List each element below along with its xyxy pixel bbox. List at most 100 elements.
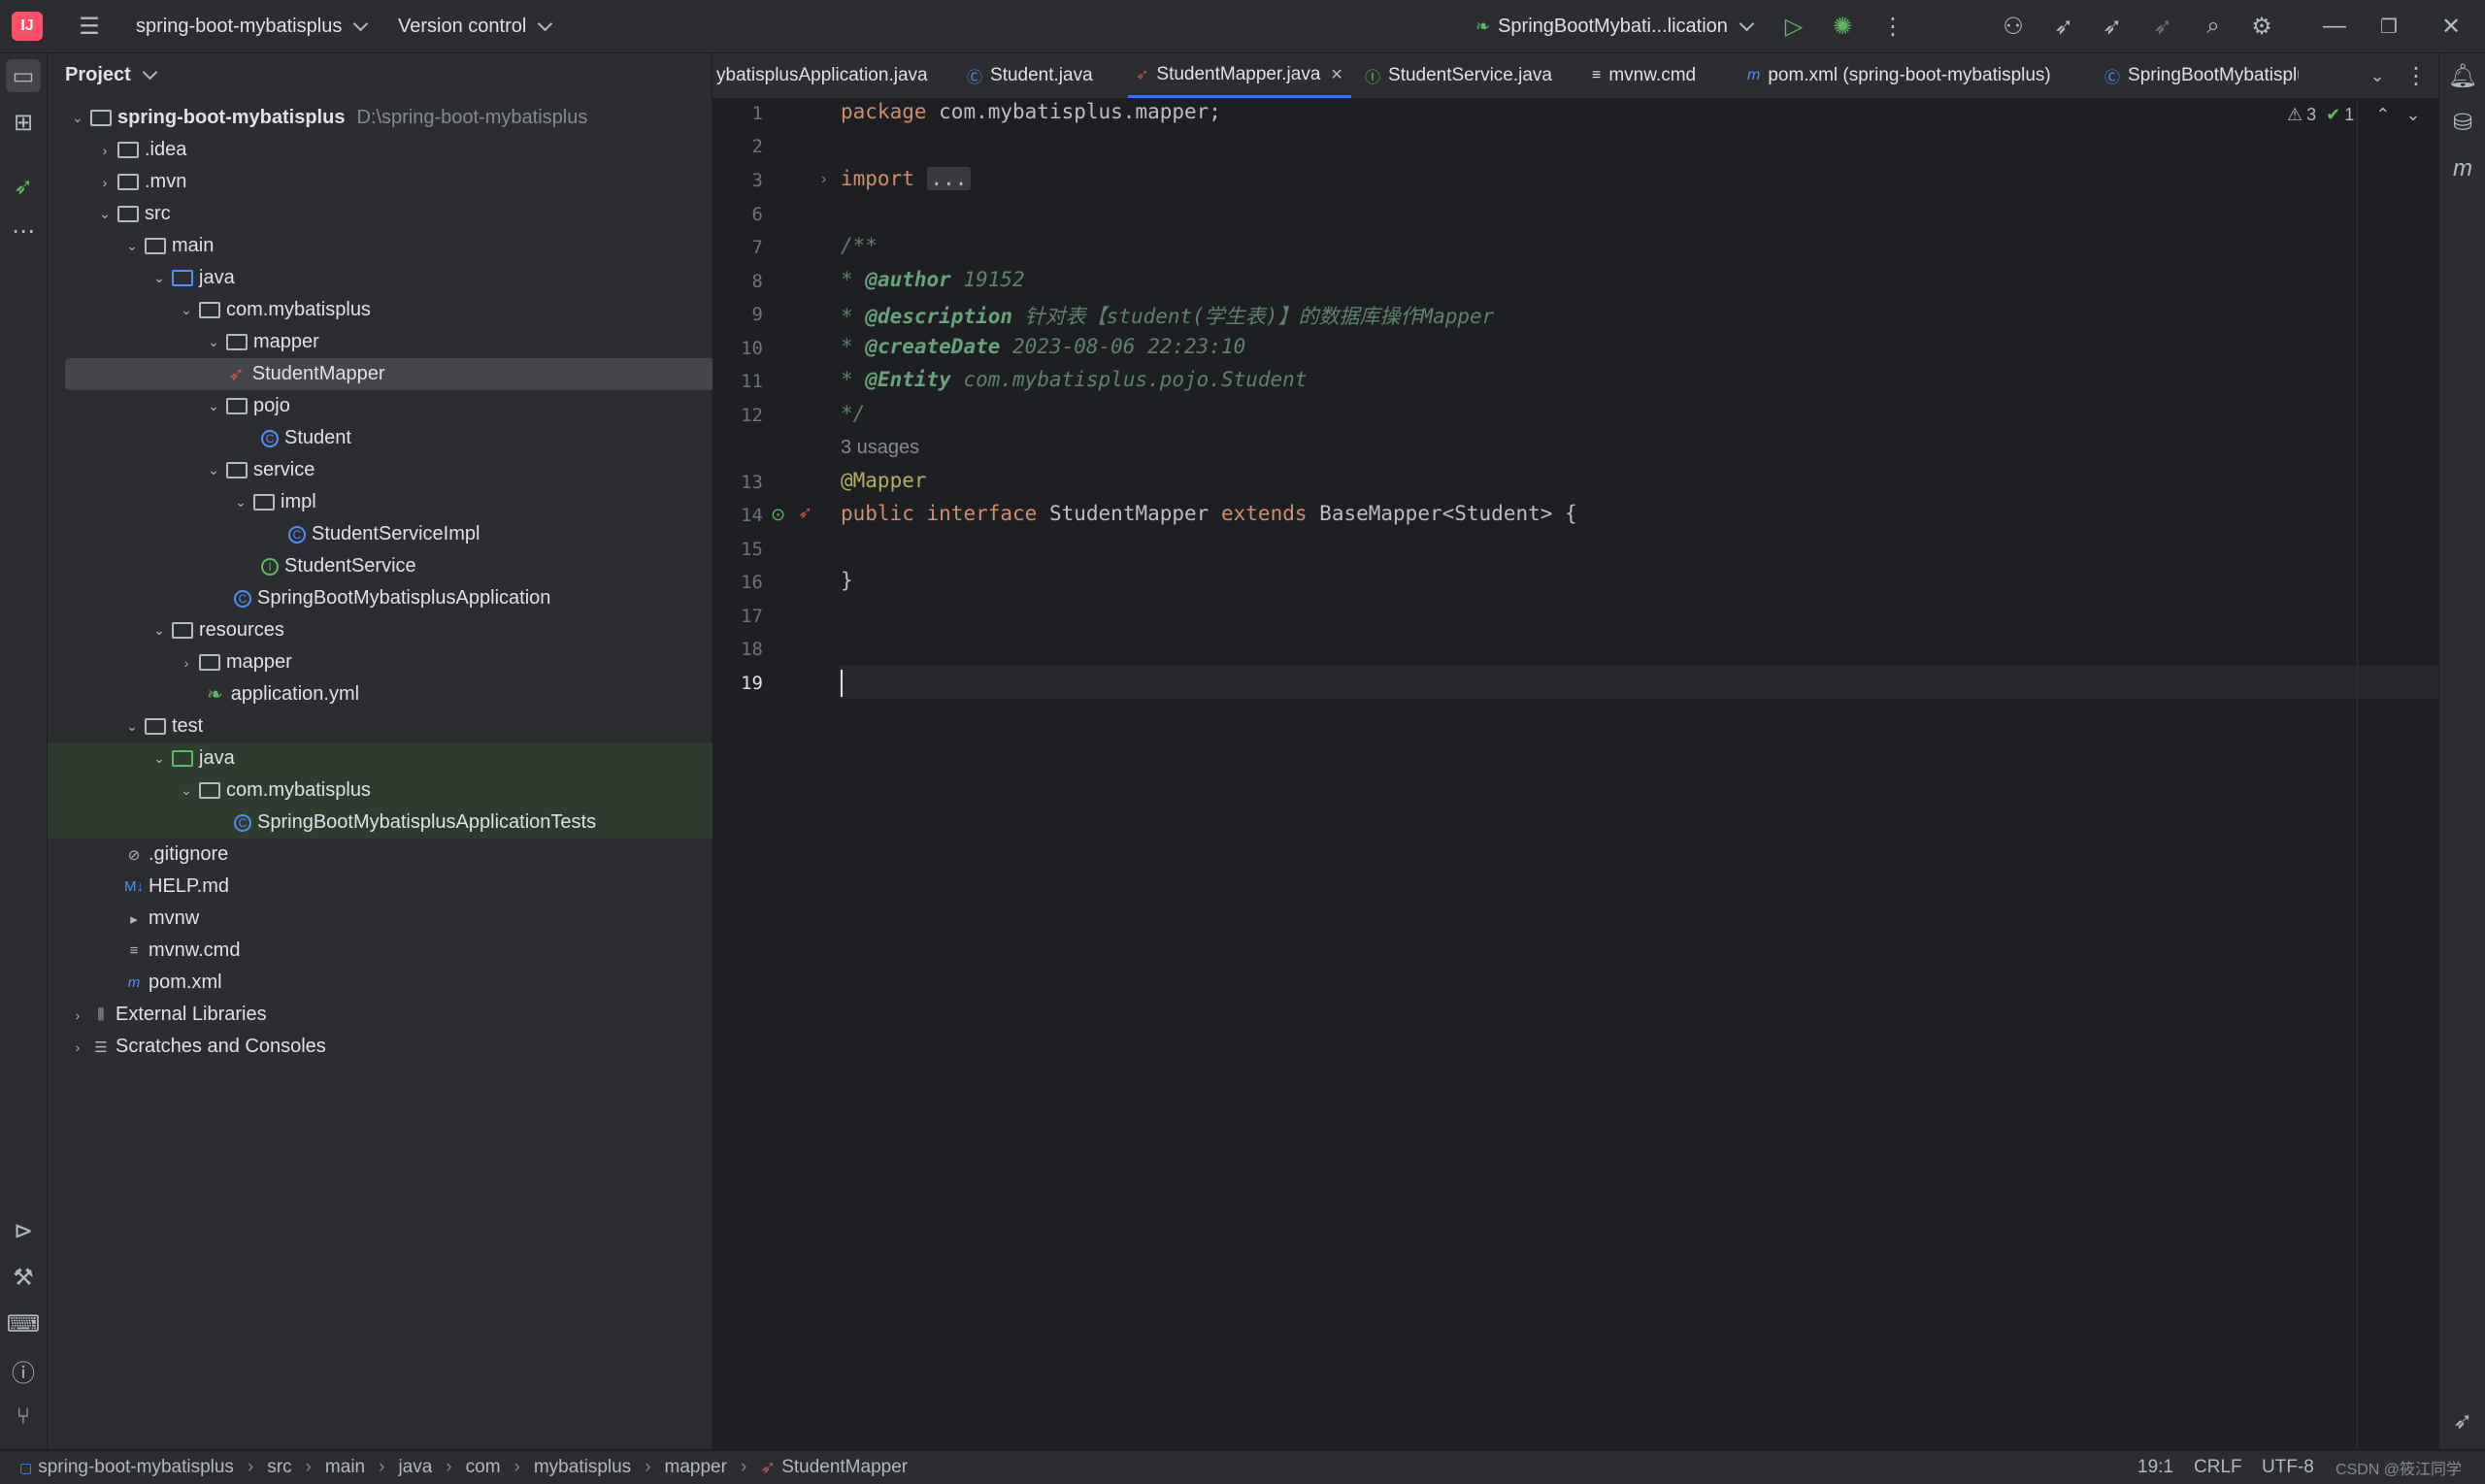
close-tab-icon[interactable]: ✕ <box>1330 65 1342 84</box>
folded-imports[interactable]: ... <box>926 167 972 190</box>
breadcrumb-item[interactable]: mybatisplus <box>534 1457 631 1478</box>
plugin-rocket-icon-2[interactable]: ➶ <box>2095 12 2130 41</box>
debug-icon[interactable]: ✺ <box>1825 12 1860 41</box>
tree-item-external-libraries[interactable]: › ⫼ External Libraries <box>48 999 729 1031</box>
implemented-marker-icon[interactable]: ⊙ <box>771 505 785 525</box>
breadcrumb-item[interactable]: java <box>398 1457 432 1478</box>
breadcrumb-item[interactable]: main <box>325 1457 365 1478</box>
mybatis-plugin-icon[interactable]: ➶ <box>6 170 41 203</box>
terminal-icon[interactable]: ⌨ <box>6 1307 41 1340</box>
expanded-arrow-icon: ⌄ <box>153 270 165 285</box>
tab-list-chevron-icon[interactable]: ⌄ <box>2363 61 2392 90</box>
module-folder-icon <box>90 110 112 126</box>
expanded-arrow-icon: ⌄ <box>99 206 111 221</box>
breadcrumb-item[interactable]: com <box>466 1457 501 1478</box>
intellij-logo-icon[interactable]: IJ <box>12 12 43 41</box>
test-class-icon: C <box>234 813 251 832</box>
expanded-arrow-icon: ⌄ <box>126 718 138 734</box>
code-line-11[interactable]: * @Entity com.mybatisplus.pojo.Student <box>841 368 1307 391</box>
code-line-14[interactable]: public interface StudentMapper extends B… <box>841 502 1577 525</box>
close-window-icon[interactable]: ✕ <box>2427 12 2475 41</box>
tree-root[interactable]: ⌄ spring-boot-mybatisplus D:\spring-boot… <box>48 102 729 134</box>
tree-item-pom-xml[interactable]: m pom.xml <box>48 967 787 999</box>
maven-icon[interactable]: m <box>2445 152 2480 185</box>
tree-item-help-md[interactable]: M↓ HELP.md <box>48 871 787 903</box>
fold-arrow-icon[interactable]: › <box>821 171 826 188</box>
main-menu-icon[interactable]: ☰ <box>70 12 109 41</box>
package-icon <box>226 398 248 414</box>
tab-student-java[interactable]: Ⓒ Student.java <box>967 53 1093 98</box>
tab-application-java[interactable]: ybatisplusApplication.java <box>716 53 928 98</box>
git-icon[interactable]: ⑂ <box>6 1401 41 1434</box>
breadcrumb-item[interactable]: src <box>267 1457 291 1478</box>
tree-item-test[interactable]: ⌄ test <box>48 710 783 742</box>
check-icon: ✔ <box>2326 105 2341 124</box>
tree-item-scratches[interactable]: › ☰ Scratches and Consoles <box>48 1031 729 1063</box>
tree-item-resources[interactable]: ⌄ resources <box>48 614 811 646</box>
plugin-rocket-disabled-icon[interactable]: ➶ <box>2145 12 2180 41</box>
tab-mvnw-cmd[interactable]: ≡ mvnw.cmd <box>1592 53 1696 98</box>
code-line-8[interactable]: * @author 19152 <box>841 268 1025 291</box>
database-icon[interactable]: ⛁ <box>2445 106 2480 139</box>
folder-icon <box>145 718 166 735</box>
folder-icon <box>117 142 139 158</box>
tab-studentservice-java[interactable]: Ⓘ StudentService.java <box>1365 53 1552 98</box>
code-line-1[interactable]: package com.mybatisplus.mapper; <box>841 100 1221 123</box>
settings-gear-icon[interactable]: ⚙ <box>2244 12 2279 41</box>
tab-pom-xml[interactable]: m pom.xml (spring-boot-mybatisplus) <box>1747 53 2051 98</box>
services-icon[interactable]: ⊳ <box>6 1214 41 1247</box>
tab-studentmapper-java[interactable]: ➶ StudentMapper.java ✕ <box>1128 53 1351 98</box>
mybatis-log-icon[interactable]: ➶ <box>2445 1404 2480 1437</box>
code-line-16[interactable]: } <box>841 569 853 592</box>
more-tools-icon[interactable]: ⋯ <box>6 214 41 247</box>
line-number: 2 <box>751 136 763 157</box>
vcs-selector[interactable]: Version control <box>398 0 553 52</box>
tree-item-mvnw[interactable]: ▸ mvnw <box>48 903 787 935</box>
tree-item-test-java[interactable]: ⌄ java <box>48 742 811 775</box>
search-icon[interactable]: ⌕ <box>2196 12 2231 41</box>
mapper-navigation-icon[interactable]: ➶ <box>798 503 812 523</box>
tree-item-main[interactable]: ⌄ main <box>48 230 783 262</box>
tree-item-mvnw-cmd[interactable]: ≡ mvnw.cmd <box>48 935 787 967</box>
code-line-3[interactable]: import ... <box>841 167 972 190</box>
project-tool-icon[interactable]: ▭ <box>6 59 41 92</box>
notifications-bell-icon[interactable]: 🔔︎ <box>2445 59 2480 92</box>
tab-application-java-2[interactable]: ⒸSpringBootMybatisplusA| <box>2104 53 2299 98</box>
breadcrumb-item[interactable]: spring-boot-mybatisplus <box>38 1457 234 1478</box>
breadcrumb-item[interactable]: StudentMapper <box>781 1457 908 1478</box>
minimize-icon[interactable]: — <box>2310 12 2359 41</box>
run-config-selector[interactable]: ❧ SpringBootMybati...lication <box>1475 0 1755 52</box>
resources-folder-icon <box>172 622 193 639</box>
line-separator[interactable]: CRLF <box>2194 1451 2242 1484</box>
code-line-7[interactable]: /** <box>841 234 878 257</box>
build-icon[interactable]: ⚒ <box>6 1261 41 1294</box>
file-encoding[interactable]: UTF-8 <box>2262 1451 2314 1484</box>
tree-item-gitignore[interactable]: ⊘ .gitignore <box>48 839 787 871</box>
code-line-9[interactable]: * @description 针对表【student(学生表)】的数据库操作Ma… <box>841 301 1494 330</box>
tree-item-mvn[interactable]: › .mvn <box>48 166 756 198</box>
line-number: 13 <box>741 472 763 493</box>
tree-item-main-java[interactable]: ⌄ java <box>48 262 811 294</box>
code-with-me-icon[interactable]: ⚇ <box>1996 12 2031 41</box>
project-selector[interactable]: spring-boot-mybatisplus <box>136 0 369 52</box>
breadcrumb-item[interactable]: mapper <box>665 1457 727 1478</box>
more-actions-icon[interactable]: ⋮ <box>1875 12 1910 41</box>
next-highlight-icon[interactable]: ⌄ <box>2405 105 2420 125</box>
tree-item-src[interactable]: ⌄ src <box>48 198 756 230</box>
inspection-widget[interactable]: ⚠ 3 ✔ 1 ⌃ ⌄ <box>2287 105 2420 125</box>
code-line-10[interactable]: * @createDate 2023-08-06 22:23:10 <box>841 335 1245 358</box>
previous-highlight-icon[interactable]: ⌃ <box>2375 105 2390 125</box>
restore-icon[interactable]: ❐ <box>2365 12 2413 41</box>
tree-item-idea[interactable]: › .idea <box>48 134 756 166</box>
tab-options-icon[interactable]: ⋮ <box>2402 61 2431 90</box>
run-icon[interactable]: ▷ <box>1776 12 1811 41</box>
caret-position[interactable]: 19:1 <box>2137 1451 2173 1484</box>
ignore-file-icon: ⊘ <box>127 846 141 864</box>
plugin-rocket-icon[interactable]: ➶ <box>2046 12 2081 41</box>
code-line-12[interactable]: */ <box>841 402 865 425</box>
problems-icon[interactable]: ⓘ <box>6 1354 41 1387</box>
usages-hint[interactable]: 3 usages <box>841 437 919 459</box>
structure-icon[interactable]: ⊞ <box>6 106 41 139</box>
project-panel-header[interactable]: Project <box>65 59 729 91</box>
code-line-13[interactable]: @Mapper <box>841 469 927 492</box>
